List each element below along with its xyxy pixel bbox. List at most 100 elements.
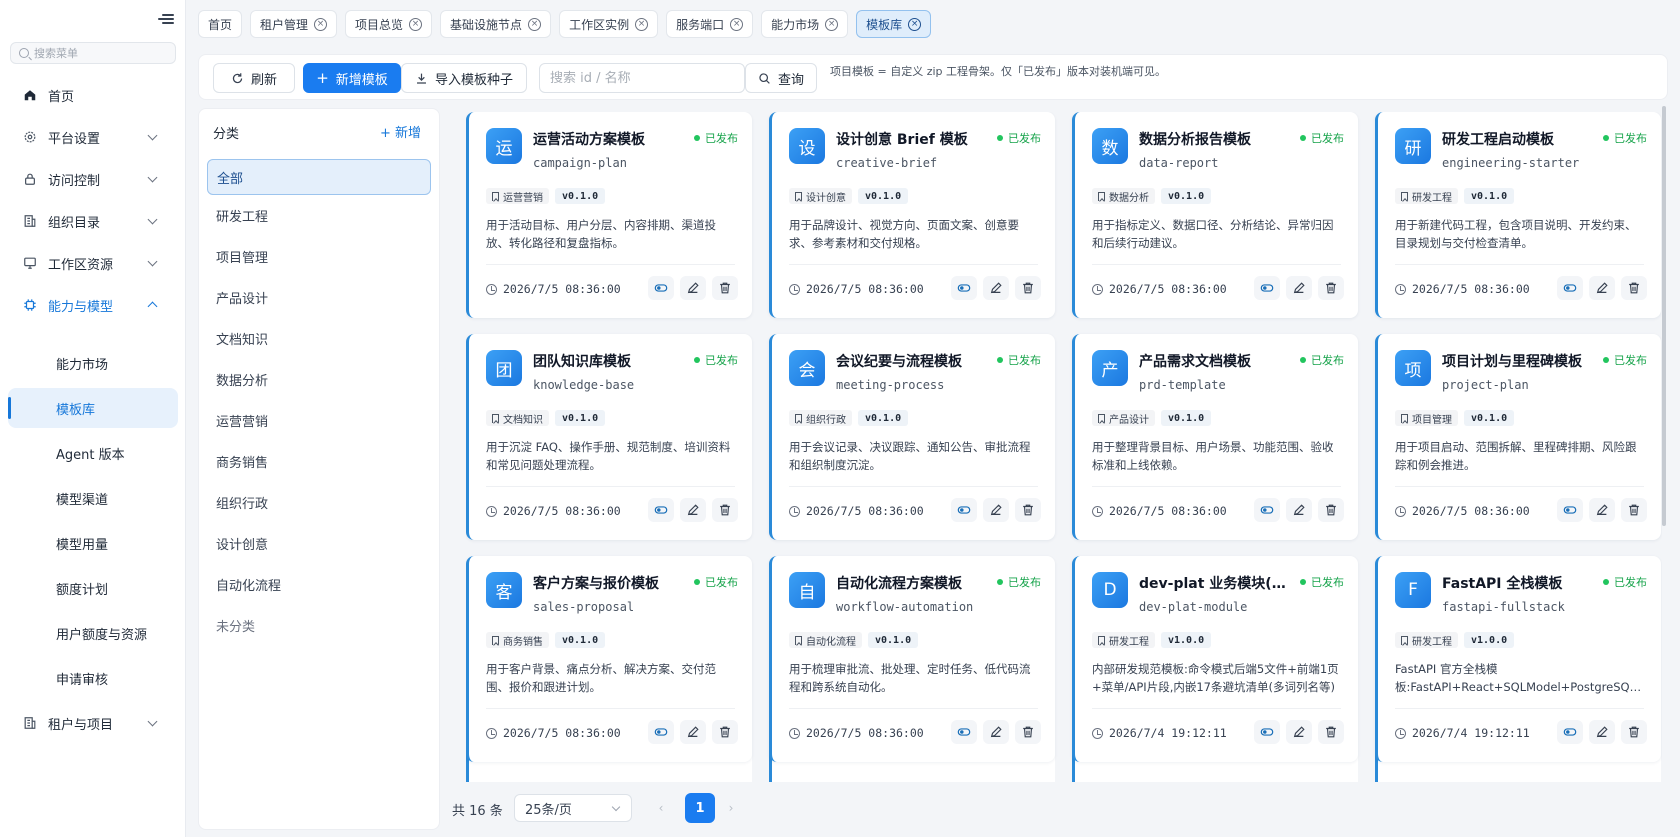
delete-button[interactable] (712, 720, 738, 744)
category-item-uncategorized[interactable]: 未分类 (207, 607, 431, 643)
category-item[interactable]: 自动化流程 (207, 566, 431, 602)
category-item[interactable]: 运营营销 (207, 402, 431, 438)
category-item[interactable]: 产品设计 (207, 279, 431, 315)
edit-button[interactable] (1589, 498, 1615, 522)
tab-home[interactable]: 首页 (198, 10, 243, 38)
template-search-input[interactable] (539, 63, 745, 93)
template-card[interactable]: D dev-plat 业务模块(内部研发) 已发布 dev-plat-modul… (1072, 556, 1358, 762)
toggle-publish-button[interactable] (1557, 276, 1583, 300)
submenu-item-agent-versions[interactable]: Agent 版本 (8, 433, 178, 473)
template-card[interactable]: 自 自动化流程方案模板 已发布 workflow-automation 自动化流… (769, 556, 1055, 762)
query-button[interactable]: 查询 (745, 63, 817, 93)
submenu-item-capability-market[interactable]: 能力市场 (8, 343, 178, 383)
template-card[interactable]: 项 项目计划与里程碑模板 已发布 project-plan 项目管理 v0.1.… (1375, 334, 1661, 540)
submenu-item-model-channels[interactable]: 模型渠道 (8, 478, 178, 518)
menu-search[interactable] (10, 42, 176, 64)
template-card[interactable]: 设 设计创意 Brief 模板 已发布 creative-brief 设计创意 … (769, 112, 1055, 318)
delete-button[interactable] (1318, 720, 1344, 744)
toggle-publish-button[interactable] (951, 720, 977, 744)
toggle-publish-button[interactable] (1254, 276, 1280, 300)
tab-project-overview[interactable]: 项目总览 × (345, 10, 433, 38)
edit-button[interactable] (983, 498, 1009, 522)
submenu-item-review-requests[interactable]: 申请审核 (8, 658, 178, 698)
refresh-button[interactable]: 刷新 (213, 63, 295, 93)
menu-item-platform-settings[interactable]: 平台设置 (8, 117, 178, 157)
menu-item-access-control[interactable]: 访问控制 (8, 159, 178, 199)
close-icon[interactable]: × (730, 17, 744, 31)
template-card[interactable]: F FastAPI 全栈模板 已发布 fastapi-fullstack 研发工… (1375, 556, 1661, 762)
template-card[interactable]: 团 团队知识库模板 已发布 knowledge-base 文档知识 v0.1.0… (466, 334, 752, 540)
grid-scrollbar[interactable] (1662, 104, 1668, 790)
tab-workspace-instances[interactable]: 工作区实例 × (559, 10, 659, 38)
delete-button[interactable] (1621, 720, 1647, 744)
edit-button[interactable] (983, 720, 1009, 744)
toggle-publish-button[interactable] (648, 720, 674, 744)
template-card[interactable]: 研 研发工程启动模板 已发布 engineering-starter 研发工程 … (1375, 112, 1661, 318)
prev-page-button[interactable]: ‹ (654, 801, 668, 815)
template-card[interactable]: 运 运营活动方案模板 已发布 campaign-plan 运营营销 v0.1.0… (466, 112, 752, 318)
tab-infra-nodes[interactable]: 基础设施节点 × (440, 10, 552, 38)
delete-button[interactable] (712, 276, 738, 300)
toggle-publish-button[interactable] (1557, 720, 1583, 744)
scrollbar-thumb[interactable] (1662, 106, 1666, 526)
tab-capability-market[interactable]: 能力市场 × (761, 10, 849, 38)
edit-button[interactable] (680, 276, 706, 300)
delete-button[interactable] (1621, 498, 1647, 522)
submenu-item-model-usage[interactable]: 模型用量 (8, 523, 178, 563)
delete-button[interactable] (1621, 276, 1647, 300)
delete-button[interactable] (712, 498, 738, 522)
edit-button[interactable] (1286, 276, 1312, 300)
close-icon[interactable]: × (825, 17, 839, 31)
edit-button[interactable] (1286, 498, 1312, 522)
tab-tenant-management[interactable]: 租户管理 × (250, 10, 338, 38)
toggle-publish-button[interactable] (1254, 498, 1280, 522)
template-card[interactable]: 会 会议纪要与流程模板 已发布 meeting-process 组织行政 v0.… (769, 334, 1055, 540)
edit-button[interactable] (1589, 276, 1615, 300)
edit-button[interactable] (1286, 720, 1312, 744)
edit-button[interactable] (680, 720, 706, 744)
template-card[interactable]: 客 客户方案与报价模板 已发布 sales-proposal 商务销售 v0.1… (466, 556, 752, 762)
import-seed-button[interactable]: 导入模板种子 (401, 63, 527, 93)
submenu-item-template-library[interactable]: 模板库 (8, 388, 178, 428)
category-item[interactable]: 组织行政 (207, 484, 431, 520)
category-item[interactable]: 设计创意 (207, 525, 431, 561)
toggle-publish-button[interactable] (648, 276, 674, 300)
toggle-publish-button[interactable] (1254, 720, 1280, 744)
category-item-all[interactable]: 全部 (207, 159, 431, 195)
menu-collapse-icon[interactable] (158, 12, 176, 28)
toggle-publish-button[interactable] (951, 498, 977, 522)
template-card[interactable]: 产 产品需求文档模板 已发布 prd-template 产品设计 v0.1.0 … (1072, 334, 1358, 540)
menu-item-workspace-resources[interactable]: 工作区资源 (8, 243, 178, 283)
category-item[interactable]: 研发工程 (207, 197, 431, 233)
category-item[interactable]: 数据分析 (207, 361, 431, 397)
menu-item-capabilities-models[interactable]: 能力与模型 (8, 285, 178, 325)
tab-service-ports[interactable]: 服务端口 × (666, 10, 754, 38)
add-template-button[interactable]: + 新增模板 (303, 63, 401, 93)
close-icon[interactable]: × (528, 17, 542, 31)
delete-button[interactable] (1015, 498, 1041, 522)
close-icon[interactable]: × (635, 17, 649, 31)
close-icon[interactable]: × (409, 17, 423, 31)
delete-button[interactable] (1318, 276, 1344, 300)
edit-button[interactable] (1589, 720, 1615, 744)
delete-button[interactable] (1015, 276, 1041, 300)
menu-item-org-directory[interactable]: 组织目录 (8, 201, 178, 241)
delete-button[interactable] (1015, 720, 1041, 744)
close-icon[interactable]: × (314, 17, 328, 31)
category-item[interactable]: 文档知识 (207, 320, 431, 356)
toggle-publish-button[interactable] (648, 498, 674, 522)
page-size-select[interactable]: 25条/页 (514, 794, 632, 822)
category-item[interactable]: 商务销售 (207, 443, 431, 479)
tab-template-library[interactable]: 模板库 × (856, 10, 932, 38)
menu-item-tenants-projects[interactable]: 租户与项目 (8, 703, 178, 743)
menu-search-input[interactable] (34, 46, 164, 60)
next-page-button[interactable]: › (724, 801, 738, 815)
submenu-item-user-quota-resources[interactable]: 用户额度与资源 (8, 613, 178, 653)
category-item[interactable]: 项目管理 (207, 238, 431, 274)
add-category-button[interactable]: + 新增 (380, 122, 421, 141)
toggle-publish-button[interactable] (951, 276, 977, 300)
page-number-button[interactable]: 1 (685, 793, 715, 823)
close-icon[interactable]: × (908, 17, 922, 31)
delete-button[interactable] (1318, 498, 1344, 522)
submenu-item-quota-plans[interactable]: 额度计划 (8, 568, 178, 608)
